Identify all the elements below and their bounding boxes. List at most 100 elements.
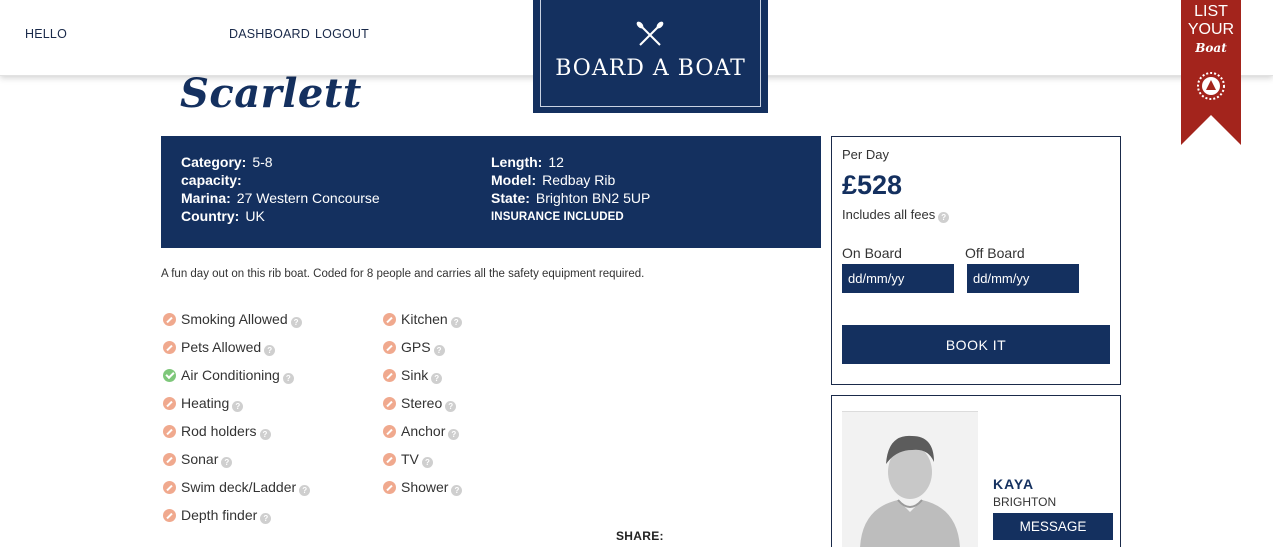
- help-icon[interactable]: ?: [938, 212, 950, 223]
- help-icon[interactable]: ?: [221, 457, 233, 468]
- spec-label: capacity:: [181, 172, 242, 188]
- amenity-label: Stereo: [401, 395, 443, 411]
- not-available-icon: [383, 341, 396, 354]
- amenity-item: Air Conditioning?: [163, 367, 294, 384]
- on-board-date-input[interactable]: [842, 264, 954, 293]
- amenity-item: Depth finder?: [163, 507, 272, 524]
- boat-badge-icon: [1197, 72, 1225, 100]
- spec-label: Model:: [491, 172, 537, 188]
- help-icon[interactable]: ?: [448, 429, 460, 440]
- ribbon-line1: LIST: [1194, 3, 1228, 20]
- spec-state: State: Brighton BN2 5UP: [491, 190, 650, 206]
- help-icon[interactable]: ?: [433, 345, 445, 356]
- spec-country: Country: UK: [181, 208, 265, 224]
- crossed-oars-icon: [636, 21, 664, 46]
- help-icon[interactable]: ?: [282, 373, 294, 384]
- owner-name: KAYA: [993, 476, 1035, 492]
- booking-panel: Per Day £528 Includes all fees? On Board…: [831, 136, 1121, 385]
- fees-note: Includes all fees?: [842, 207, 950, 223]
- share-label: SHARE:: [616, 529, 664, 543]
- not-available-icon: [163, 313, 176, 326]
- amenity-label: Air Conditioning: [181, 367, 280, 383]
- spec-value: 12: [548, 154, 564, 170]
- amenity-item: Pets Allowed?: [163, 339, 276, 356]
- amenity-label: TV: [401, 451, 419, 467]
- not-available-icon: [383, 313, 396, 326]
- amenity-label: Sonar: [181, 451, 219, 467]
- spec-value: UK: [245, 208, 265, 224]
- spec-length: Length: 12: [491, 154, 564, 170]
- amenity-item: Shower?: [383, 479, 463, 496]
- avatar: [842, 411, 978, 547]
- list-your-boat-ribbon[interactable]: LIST YOUR Boat: [1181, 0, 1241, 145]
- amenity-label: Heating: [181, 395, 230, 411]
- help-icon[interactable]: ?: [290, 317, 302, 328]
- amenity-item: GPS?: [383, 339, 445, 356]
- help-icon[interactable]: ?: [264, 345, 276, 356]
- logo-text: BOARD A BOAT: [555, 56, 746, 81]
- help-icon[interactable]: ?: [260, 513, 272, 524]
- not-available-icon: [163, 341, 176, 354]
- amenity-item: Smoking Allowed?: [163, 311, 302, 328]
- spec-value: 27 Western Concourse: [236, 190, 380, 206]
- nav-dashboard-link[interactable]: DASHBOARD: [229, 27, 310, 41]
- spec-value: Brighton BN2 5UP: [535, 190, 651, 206]
- off-board-date-input[interactable]: [967, 264, 1079, 293]
- nav-hello-link[interactable]: HELLO: [25, 27, 67, 41]
- amenity-item: Sink?: [383, 367, 443, 384]
- spec-marina: Marina: 27 Western Concourse: [181, 190, 380, 206]
- amenity-item: Swim deck/Ladder?: [163, 479, 311, 496]
- spec-model: Model: Redbay Rib: [491, 172, 615, 188]
- help-icon[interactable]: ?: [450, 317, 462, 328]
- not-available-icon: [383, 425, 396, 438]
- book-it-button[interactable]: BOOK IT: [842, 325, 1110, 364]
- owner-location: BRIGHTON: [993, 495, 1057, 509]
- amenity-label: Rod holders: [181, 423, 257, 439]
- spec-category: Category: 5-8: [181, 154, 273, 170]
- available-check-icon: [163, 369, 176, 382]
- spec-label: Length:: [491, 154, 543, 170]
- amenity-item: Heating?: [163, 395, 244, 412]
- not-available-icon: [383, 397, 396, 410]
- boat-description: A fun day out on this rib boat. Coded fo…: [161, 268, 645, 280]
- spec-value: Redbay Rib: [542, 172, 616, 188]
- not-available-icon: [163, 453, 176, 466]
- per-day-label: Per Day: [842, 147, 889, 162]
- message-button[interactable]: MESSAGE: [993, 513, 1113, 540]
- help-icon[interactable]: ?: [431, 373, 443, 384]
- amenity-label: Shower: [401, 479, 449, 495]
- logo-border: [540, 0, 761, 107]
- help-icon[interactable]: ?: [299, 485, 311, 496]
- amenity-item: Anchor?: [383, 423, 460, 440]
- on-board-label: On Board: [842, 245, 902, 261]
- user-silhouette-icon: [860, 435, 960, 547]
- not-available-icon: [383, 453, 396, 466]
- spec-value: 5-8: [252, 154, 273, 170]
- help-icon[interactable]: ?: [421, 457, 433, 468]
- not-available-icon: [163, 425, 176, 438]
- not-available-icon: [163, 509, 176, 522]
- amenity-label: Depth finder: [181, 507, 258, 523]
- site-logo[interactable]: BOARD A BOAT: [533, 0, 768, 113]
- amenity-label: Kitchen: [401, 311, 448, 327]
- amenity-label: Smoking Allowed: [181, 311, 288, 327]
- help-icon[interactable]: ?: [232, 401, 244, 412]
- amenity-label: GPS: [401, 339, 431, 355]
- amenity-label: Swim deck/Ladder: [181, 479, 297, 495]
- spec-label: Category:: [181, 154, 247, 170]
- amenity-label: Pets Allowed: [181, 339, 262, 355]
- help-icon[interactable]: ?: [259, 429, 271, 440]
- help-icon[interactable]: ?: [445, 401, 457, 412]
- help-icon[interactable]: ?: [451, 485, 463, 496]
- not-available-icon: [163, 481, 176, 494]
- insurance-included: INSURANCE INCLUDED: [491, 211, 624, 223]
- price: £528: [842, 170, 903, 200]
- spec-label: Marina:: [181, 190, 231, 206]
- not-available-icon: [383, 481, 396, 494]
- amenity-item: Kitchen?: [383, 311, 462, 328]
- not-available-icon: [163, 397, 176, 410]
- amenity-label: Sink: [401, 367, 429, 383]
- owner-panel: KAYA BRIGHTON MESSAGE: [831, 395, 1121, 547]
- fees-text: Includes all fees: [842, 207, 936, 222]
- nav-logout-link[interactable]: LOGOUT: [315, 27, 369, 41]
